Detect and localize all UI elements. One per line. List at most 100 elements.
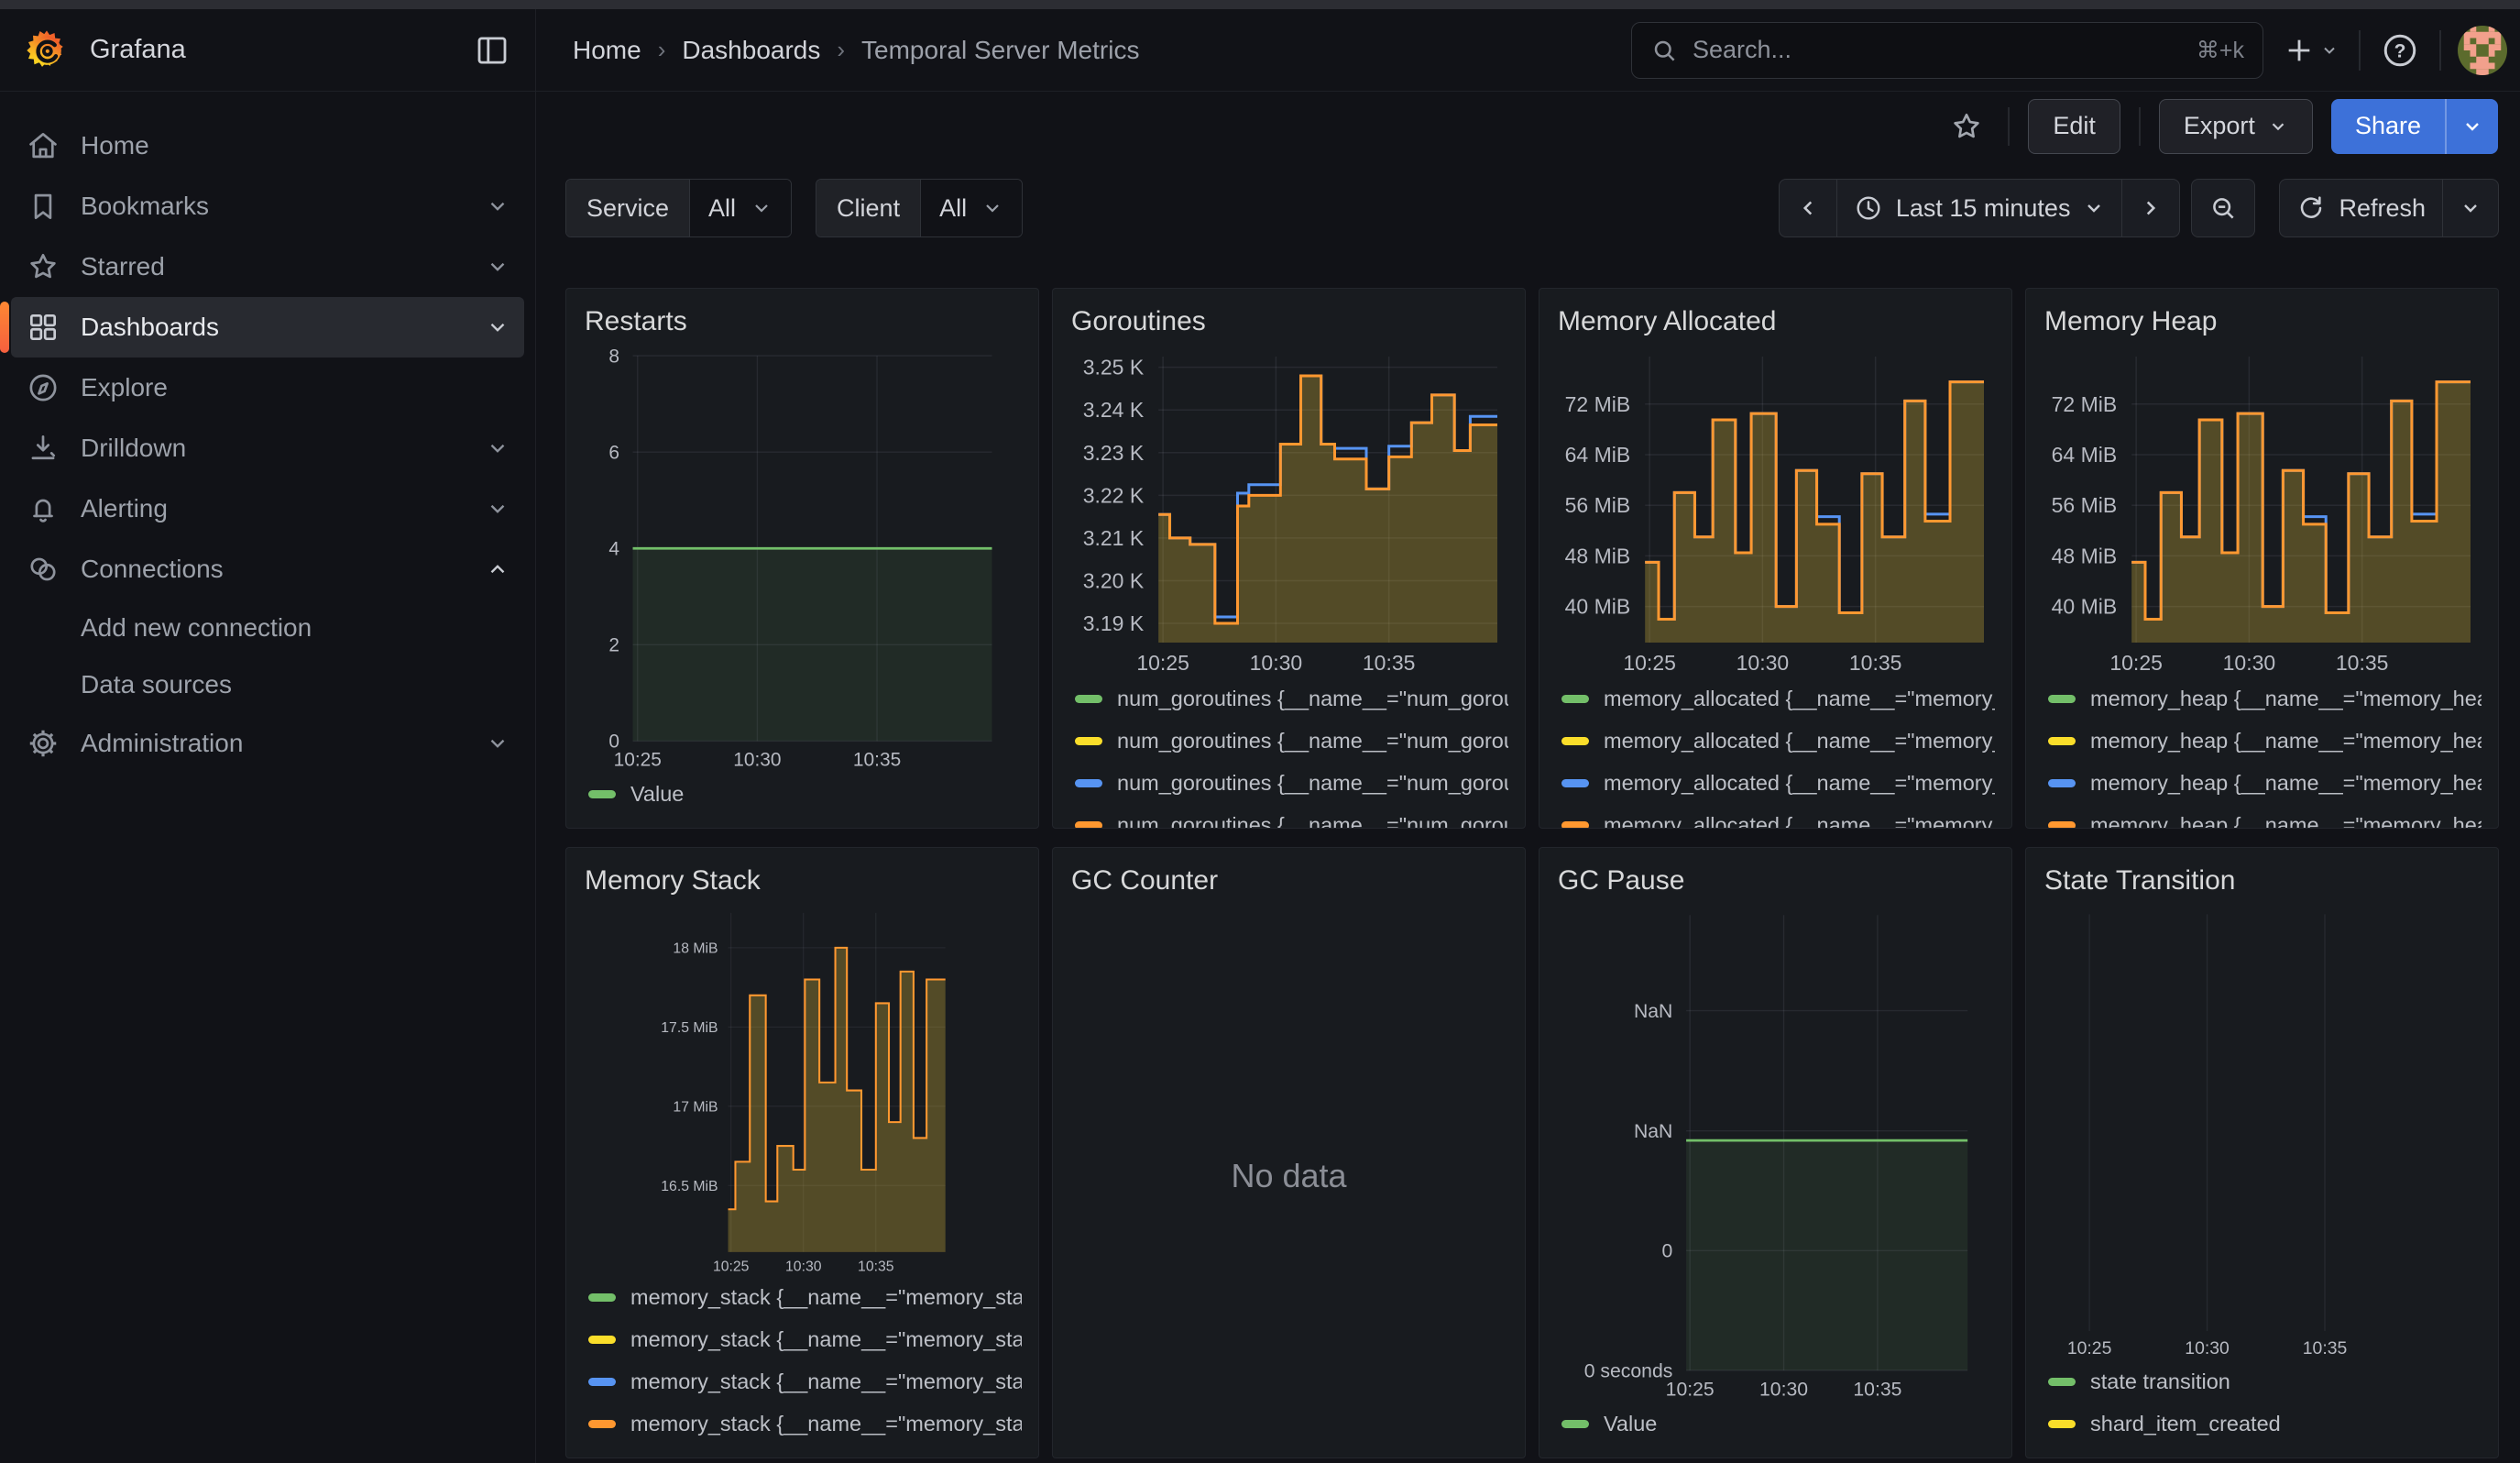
refresh-button[interactable]: Refresh xyxy=(2279,179,2443,237)
refresh-interval-caret-button[interactable] xyxy=(2442,179,2499,237)
legend-series-dash xyxy=(1075,821,1102,830)
export-button[interactable]: Export xyxy=(2159,99,2313,154)
add-new-button[interactable] xyxy=(2280,31,2342,70)
help-button[interactable]: ? xyxy=(2377,28,2423,73)
panel-title[interactable]: Memory Stack xyxy=(585,863,1022,899)
panel-gc-pause: GC Pause 0 seconds0NaNNaN10:2510:3010:35… xyxy=(1539,847,2012,1458)
svg-text:2: 2 xyxy=(608,635,619,656)
legend-item[interactable]: memory_heap {__name__="memory_heap"} xyxy=(2043,720,2482,762)
star-icon xyxy=(26,249,60,284)
sidebar-item-explore[interactable]: Explore xyxy=(11,358,524,418)
search-input[interactable] xyxy=(1691,35,2184,65)
svg-text:NaN: NaN xyxy=(1634,1121,1672,1142)
legend-item[interactable]: state transition xyxy=(2043,1360,2482,1402)
connections-icon xyxy=(26,552,60,587)
legend-series-label: memory_heap {__name__="memory_heap"} xyxy=(2090,729,2482,754)
service-variable-dropdown[interactable]: All xyxy=(689,180,791,236)
sidebar-item-drilldown[interactable]: Drilldown xyxy=(11,418,524,478)
svg-text:72 MiB: 72 MiB xyxy=(2052,392,2118,416)
legend-item[interactable]: memory_stack {__name__="memory_stack"} xyxy=(583,1318,1022,1360)
search-box[interactable]: ⌘+k xyxy=(1631,22,2263,79)
help-icon: ? xyxy=(2381,31,2419,70)
legend-item[interactable]: num_goroutines {__name__="num_goroutines… xyxy=(1069,720,1508,762)
legend-item[interactable]: num_goroutines {__name__="num_goroutines… xyxy=(1069,677,1508,720)
svg-text:?: ? xyxy=(2394,40,2406,61)
svg-text:10:25: 10:25 xyxy=(713,1260,750,1275)
time-shift-back-button[interactable] xyxy=(1779,179,1837,237)
share-menu-caret-button[interactable] xyxy=(2445,99,2498,154)
legend-item[interactable]: num_goroutines {__name__="num_goroutines… xyxy=(1069,804,1508,829)
timeseries-chart[interactable]: 40 MiB48 MiB56 MiB64 MiB72 MiB10:2510:30… xyxy=(2043,347,2482,677)
timeseries-chart[interactable]: 0246810:2510:3010:35 xyxy=(583,347,1022,773)
time-range-picker-button[interactable]: Last 15 minutes xyxy=(1836,179,2123,237)
panel-title[interactable]: State Transition xyxy=(2044,863,2482,899)
legend-series-label: num_goroutines {__name__="num_goroutines… xyxy=(1117,687,1508,711)
legend-item[interactable]: memory_allocated {__name__="memory_alloc… xyxy=(1556,762,1995,804)
legend-item[interactable]: shard_item_created xyxy=(2043,1402,2482,1445)
legend-item[interactable]: memory_allocated {__name__="memory_alloc… xyxy=(1556,677,1995,720)
client-variable-dropdown[interactable]: All xyxy=(920,180,1022,236)
edit-button[interactable]: Edit xyxy=(2028,99,2120,154)
panel-title[interactable]: Restarts xyxy=(585,303,1022,340)
svg-text:10:30: 10:30 xyxy=(2185,1338,2230,1358)
svg-text:10:35: 10:35 xyxy=(858,1260,894,1275)
sidebar-item-data-sources[interactable]: Data sources xyxy=(11,656,524,713)
breadcrumb-home[interactable]: Home xyxy=(573,36,641,65)
legend-item[interactable]: num_goroutines {__name__="num_goroutines… xyxy=(1069,762,1508,804)
legend-item[interactable]: Value xyxy=(583,773,1022,815)
svg-text:0 seconds: 0 seconds xyxy=(1584,1360,1673,1381)
sidebar-item-add-new-connection[interactable]: Add new connection xyxy=(11,600,524,656)
chart-legend: memory_heap {__name__="memory_heap"}memo… xyxy=(2043,677,2482,829)
sidebar-item-starred[interactable]: Starred xyxy=(11,236,524,297)
breadcrumb-dashboards[interactable]: Dashboards xyxy=(682,36,820,65)
panel-title[interactable]: GC Pause xyxy=(1558,863,1995,899)
time-controls: Last 15 minutes Refresh xyxy=(1779,179,2499,237)
legend-series-label: memory_heap {__name__="memory_heap"} xyxy=(2090,771,2482,796)
panel-title[interactable]: Memory Heap xyxy=(2044,303,2482,340)
legend-item[interactable]: memory_heap {__name__="memory_heap"} xyxy=(2043,804,2482,829)
sidebar-item-bookmarks[interactable]: Bookmarks xyxy=(11,176,524,236)
svg-text:10:25: 10:25 xyxy=(1623,651,1676,675)
legend-item[interactable]: memory_heap {__name__="memory_heap"} xyxy=(2043,677,2482,720)
chevron-down-icon xyxy=(2461,116,2483,138)
svg-text:48 MiB: 48 MiB xyxy=(1565,544,1631,567)
legend-item[interactable]: memory_stack {__name__="memory_stack"} xyxy=(583,1402,1022,1445)
legend-item[interactable]: memory_stack {__name__="memory_stack"} xyxy=(583,1360,1022,1402)
sidebar-item-dashboards[interactable]: Dashboards xyxy=(11,297,524,358)
chevron-down-icon xyxy=(486,194,509,218)
timeseries-chart[interactable]: 3.19 K3.20 K3.21 K3.22 K3.23 K3.24 K3.25… xyxy=(1069,347,1508,677)
dashboard-controls-row: Service All Client All xyxy=(565,179,2499,237)
timeseries-chart[interactable]: 10:2510:3010:35 xyxy=(2043,907,2482,1360)
chevron-down-icon xyxy=(751,197,772,219)
no-data-message: No data xyxy=(1069,907,1508,1445)
sidebar-item-alerting[interactable]: Alerting xyxy=(11,478,524,539)
svg-text:40 MiB: 40 MiB xyxy=(1565,595,1631,619)
user-avatar[interactable] xyxy=(2458,26,2507,75)
panel-title[interactable]: Memory Allocated xyxy=(1558,303,1995,340)
sidebar-item-connections[interactable]: Connections xyxy=(11,539,524,600)
legend-item[interactable]: memory_stack {__name__="memory_stack"} xyxy=(583,1276,1022,1318)
breadcrumb-current-page: Temporal Server Metrics xyxy=(861,36,1139,65)
legend-series-dash xyxy=(2048,821,2076,830)
mega-menu-dock-button[interactable] xyxy=(467,26,517,75)
favorite-dashboard-button[interactable] xyxy=(1944,104,1989,149)
legend-item[interactable]: memory_allocated {__name__="memory_alloc… xyxy=(1556,804,1995,829)
legend-series-label: shard_item_created xyxy=(2090,1412,2482,1436)
header-actions: ⌘+k ? xyxy=(1631,22,2520,79)
time-shift-forward-button[interactable] xyxy=(2121,179,2180,237)
legend-item[interactable]: memory_allocated {__name__="memory_alloc… xyxy=(1556,720,1995,762)
share-button[interactable]: Share xyxy=(2331,99,2445,154)
panel-title[interactable]: GC Counter xyxy=(1071,863,1508,899)
legend-item[interactable]: Value xyxy=(1556,1402,1995,1445)
time-zoom-out-button[interactable] xyxy=(2191,179,2255,237)
svg-text:10:30: 10:30 xyxy=(1759,1380,1808,1401)
drilldown-icon xyxy=(26,431,60,466)
panel-title[interactable]: Goroutines xyxy=(1071,303,1508,340)
timeseries-chart[interactable]: 40 MiB48 MiB56 MiB64 MiB72 MiB10:2510:30… xyxy=(1556,347,1995,677)
legend-item[interactable]: memory_heap {__name__="memory_heap"} xyxy=(2043,762,2482,804)
timeseries-chart[interactable]: 0 seconds0NaNNaN10:2510:3010:35 xyxy=(1556,907,1995,1402)
sidebar-item-home[interactable]: Home xyxy=(11,116,524,176)
svg-text:16.5 MiB: 16.5 MiB xyxy=(661,1179,718,1194)
timeseries-chart[interactable]: 16.5 MiB17 MiB17.5 MiB18 MiB10:2510:3010… xyxy=(583,907,1022,1276)
sidebar-item-administration[interactable]: Administration xyxy=(11,713,524,774)
